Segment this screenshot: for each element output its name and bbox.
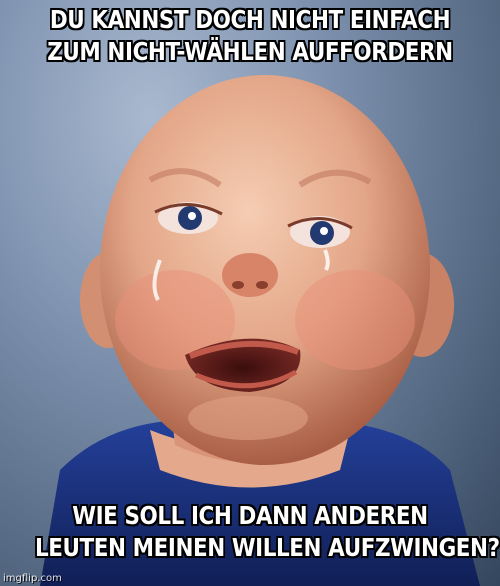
top-caption-line-2: ZUM NICHT-WÄHLEN AUFFORDERN xyxy=(47,37,453,66)
top-caption: DU KANNST DOCH NICHT EINFACH ZUM NICHT-W… xyxy=(0,4,500,68)
top-caption-line-1: DU KANNST DOCH NICHT EINFACH xyxy=(49,5,451,34)
bottom-caption-line-2: LEUTEN MEINEN WILLEN AUFZWINGEN? xyxy=(35,533,500,562)
crying-baby-photo xyxy=(40,75,480,586)
bottom-caption-line-1: WIE SOLL ICH DANN ANDEREN xyxy=(72,501,428,530)
bottom-caption: WIE SOLL ICH DANN ANDEREN LEUTEN MEINEN … xyxy=(0,500,500,564)
meme-image: DU KANNST DOCH NICHT EINFACH ZUM NICHT-W… xyxy=(0,0,500,586)
imgflip-watermark: imgflip.com xyxy=(3,573,62,584)
